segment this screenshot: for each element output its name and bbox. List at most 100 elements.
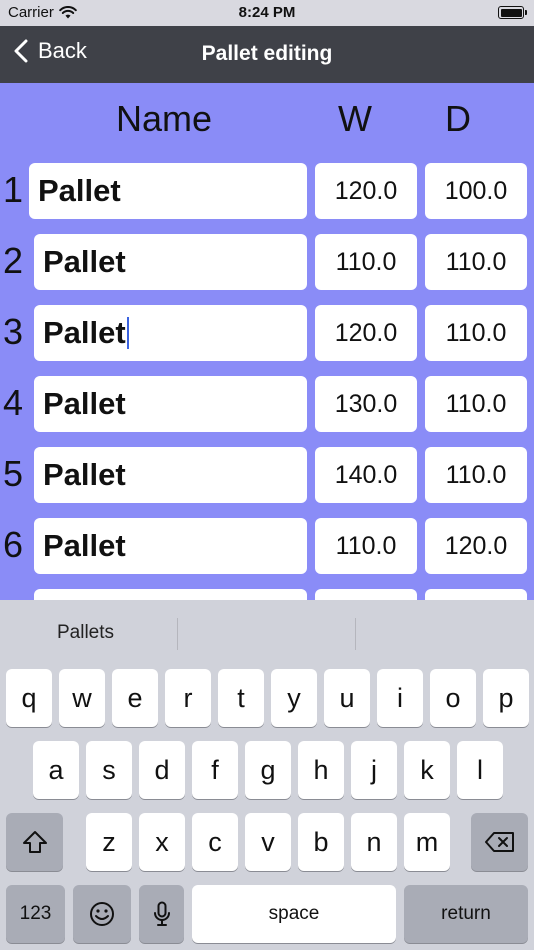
status-bar: Carrier 8:24 PM	[0, 0, 534, 26]
depth-value: 100.0	[444, 176, 508, 205]
key-k[interactable]: k	[404, 741, 450, 799]
key-b[interactable]: b	[298, 813, 344, 871]
name-field[interactable]	[34, 589, 307, 600]
name-field[interactable]: Pallet	[34, 234, 307, 290]
text-caret	[126, 317, 129, 349]
width-field[interactable]: 120.0	[315, 163, 417, 219]
key-l[interactable]: l	[457, 741, 503, 799]
backspace-icon	[484, 832, 514, 852]
suggestion-divider	[177, 618, 178, 650]
depth-value: 110.0	[445, 460, 507, 489]
name-value: Pallet	[38, 173, 121, 208]
navigation-bar: Back Pallet editing	[0, 26, 534, 83]
depth-field[interactable]	[425, 589, 527, 600]
return-key[interactable]: return	[404, 885, 528, 943]
name-value: Pallet	[43, 528, 126, 563]
key-i[interactable]: i	[377, 669, 423, 727]
name-field[interactable]: Pallet	[29, 163, 307, 219]
key-y[interactable]: y	[271, 669, 317, 727]
depth-field[interactable]: 100.0	[425, 163, 527, 219]
key-v[interactable]: v	[245, 813, 291, 871]
numbers-key[interactable]: 123	[6, 885, 65, 943]
key-a[interactable]: a	[33, 741, 79, 799]
space-key[interactable]: space	[192, 885, 396, 943]
name-value: Pallet	[43, 244, 126, 279]
depth-field[interactable]: 110.0	[425, 376, 527, 432]
row-index: 4	[3, 382, 24, 423]
key-g[interactable]: g	[245, 741, 291, 799]
page-title: Pallet editing	[201, 42, 333, 65]
clock: 8:24 PM	[238, 4, 296, 21]
width-field[interactable]: 130.0	[315, 376, 417, 432]
key-o[interactable]: o	[430, 669, 476, 727]
key-e[interactable]: e	[112, 669, 158, 727]
key-p[interactable]: p	[483, 669, 529, 727]
width-value: 120.0	[334, 318, 398, 347]
width-value: 130.0	[334, 389, 398, 418]
width-field[interactable]	[315, 589, 417, 600]
microphone-icon	[153, 901, 170, 926]
width-field[interactable]: 140.0	[315, 447, 417, 503]
shift-icon	[22, 831, 47, 853]
row-index: 5	[3, 453, 24, 494]
row-index: 3	[3, 311, 24, 352]
table-row: 1 Pallet 120.0 100.0	[0, 163, 534, 219]
column-header-w: W	[338, 98, 372, 139]
key-c[interactable]: c	[192, 813, 238, 871]
suggestion-bar: Pallets	[0, 600, 534, 666]
width-value: 140.0	[334, 460, 398, 489]
width-value: 110.0	[335, 531, 397, 560]
name-field[interactable]: Pallet	[34, 518, 307, 574]
key-s[interactable]: s	[86, 741, 132, 799]
depth-field[interactable]: 110.0	[425, 305, 527, 361]
key-q[interactable]: q	[6, 669, 52, 727]
key-w[interactable]: w	[59, 669, 105, 727]
emoji-icon	[90, 902, 114, 926]
suggestion-item[interactable]: Pallets	[57, 622, 114, 644]
key-d[interactable]: d	[139, 741, 185, 799]
depth-field[interactable]: 110.0	[425, 447, 527, 503]
name-value: Pallet	[43, 315, 126, 350]
depth-field[interactable]: 110.0	[425, 234, 527, 290]
table-row: 2 Pallet 110.0 110.0	[0, 234, 534, 290]
delete-key[interactable]	[471, 813, 528, 871]
key-u[interactable]: u	[324, 669, 370, 727]
key-j[interactable]: j	[351, 741, 397, 799]
width-value: 120.0	[334, 176, 398, 205]
name-field-focused[interactable]: Pallet	[34, 305, 307, 361]
table-row: 3 Pallet 120.0 110.0	[0, 305, 534, 361]
depth-value: 110.0	[445, 318, 507, 347]
row-index: 6	[3, 524, 24, 565]
depth-value: 110.0	[445, 247, 507, 276]
key-n[interactable]: n	[351, 813, 397, 871]
key-z[interactable]: z	[86, 813, 132, 871]
table-row: 4 Pallet 130.0 110.0	[0, 376, 534, 432]
shift-key[interactable]	[6, 813, 63, 871]
name-value: Pallet	[43, 457, 126, 492]
width-field[interactable]: 110.0	[315, 518, 417, 574]
key-x[interactable]: x	[139, 813, 185, 871]
name-value: Pallet	[43, 386, 126, 421]
row-index: 2	[3, 240, 24, 281]
column-header-d: D	[445, 98, 471, 139]
key-f[interactable]: f	[192, 741, 238, 799]
suggestion-divider	[355, 618, 356, 650]
width-value: 110.0	[335, 247, 397, 276]
table-row: 5 Pallet 140.0 110.0	[0, 447, 534, 503]
key-t[interactable]: t	[218, 669, 264, 727]
key-h[interactable]: h	[298, 741, 344, 799]
table-row: 6 Pallet 110.0 120.0	[0, 518, 534, 574]
dictation-key[interactable]	[139, 885, 184, 943]
key-m[interactable]: m	[404, 813, 450, 871]
depth-field[interactable]: 120.0	[425, 518, 527, 574]
width-field[interactable]: 120.0	[315, 305, 417, 361]
emoji-key[interactable]	[73, 885, 131, 943]
table-row-partial	[0, 589, 534, 600]
name-field[interactable]: Pallet	[34, 447, 307, 503]
key-r[interactable]: r	[165, 669, 211, 727]
column-header-name: Name	[116, 98, 213, 139]
battery-icon	[498, 6, 527, 19]
row-index: 1	[3, 169, 24, 210]
name-field[interactable]: Pallet	[34, 376, 307, 432]
width-field[interactable]: 110.0	[315, 234, 417, 290]
